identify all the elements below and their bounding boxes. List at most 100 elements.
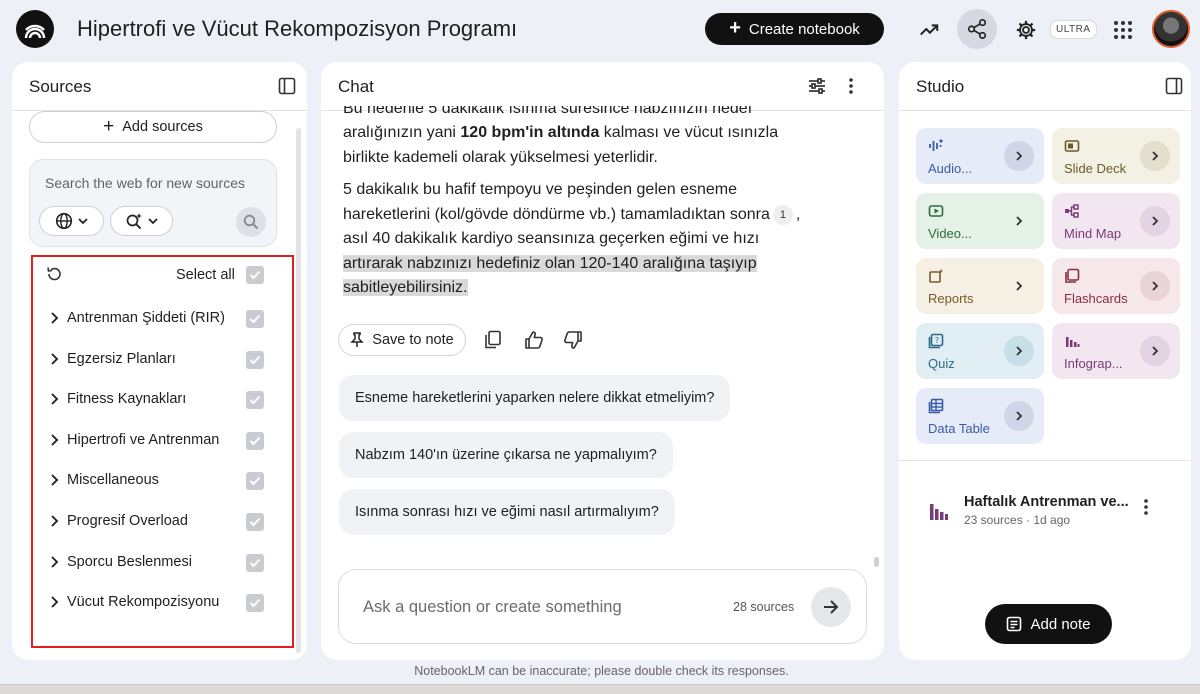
os-taskbar (0, 684, 1200, 694)
source-item-label: Egzersiz Planları (67, 351, 176, 367)
chevron-right-icon[interactable] (1140, 271, 1170, 301)
chevron-right-icon[interactable] (47, 555, 61, 569)
chevron-right-icon[interactable] (1140, 336, 1170, 366)
chat-input-box: 28 sources (338, 569, 867, 644)
infographic-note-icon (930, 504, 948, 520)
app-header: Hipertrofi ve Vücut Rekompozisyon Progra… (0, 0, 1200, 60)
more-vert-icon[interactable] (848, 76, 854, 101)
collapse-panel-icon[interactable] (1165, 77, 1183, 95)
suggested-question[interactable]: Esneme hareketlerini yaparken nelere dik… (339, 375, 731, 421)
source-checkbox[interactable] (246, 391, 264, 409)
chevron-right-icon[interactable] (1004, 336, 1034, 366)
add-sources-label: Add sources (122, 119, 203, 135)
chevron-right-icon[interactable] (47, 392, 61, 406)
add-note-button[interactable]: Add note (985, 604, 1112, 644)
source-item[interactable]: Hipertrofi ve Antrenman (33, 421, 292, 461)
thumbs-up-icon[interactable] (524, 330, 544, 355)
more-vert-icon[interactable] (1143, 498, 1149, 521)
check-icon (249, 598, 261, 608)
sources-title: Sources (29, 77, 92, 96)
studio-tile-infographic[interactable]: Infograp... (1052, 323, 1180, 379)
check-icon (249, 355, 261, 365)
studio-tile-reports[interactable]: Reports (916, 258, 1044, 314)
source-checkbox[interactable] (246, 310, 264, 328)
refresh-icon[interactable] (45, 265, 63, 288)
source-checkbox[interactable] (246, 472, 264, 490)
chat-input[interactable] (363, 598, 703, 617)
check-icon (249, 517, 261, 527)
source-item[interactable]: Fitness Kaynakları (33, 380, 292, 420)
chevron-right-icon[interactable] (1004, 206, 1034, 236)
web-search-input[interactable] (45, 175, 265, 191)
notebooklm-logo-icon[interactable] (16, 10, 54, 48)
search-icon (243, 214, 259, 230)
chevron-right-icon[interactable] (47, 595, 61, 609)
reports-icon (929, 269, 943, 283)
create-notebook-button[interactable]: + Create notebook (705, 13, 884, 45)
check-icon (249, 314, 261, 324)
share-icon[interactable] (957, 9, 997, 49)
source-checkbox[interactable] (246, 513, 264, 531)
tune-icon[interactable] (807, 76, 827, 101)
note-add-icon (1007, 616, 1022, 632)
search-submit-button[interactable] (236, 207, 266, 237)
send-button[interactable] (811, 587, 851, 627)
studio-tile-mind-map[interactable]: Mind Map (1052, 193, 1180, 249)
studio-tile-flashcards[interactable]: Flashcards (1052, 258, 1180, 314)
source-checkbox[interactable] (246, 351, 264, 369)
source-item-label: Vücut Rekompozisyonu (67, 594, 220, 610)
chat-response: Bu nedenle 5 dakikalık ısınma süresince … (343, 106, 803, 309)
quiz-icon: ? (928, 333, 944, 349)
studio-tile-video[interactable]: Video... (916, 193, 1044, 249)
search-scope-dropdown[interactable] (39, 206, 104, 236)
chevron-right-icon[interactable] (47, 352, 61, 366)
thumbs-down-icon[interactable] (563, 330, 583, 355)
analytics-icon[interactable] (911, 12, 947, 48)
plus-icon: + (729, 16, 741, 39)
scrollbar-thumb[interactable] (296, 128, 301, 653)
copy-icon[interactable] (484, 330, 502, 355)
collapse-panel-icon[interactable] (278, 77, 296, 95)
source-item[interactable]: Sporcu Beslenmesi (33, 543, 292, 583)
source-checkbox[interactable] (246, 554, 264, 572)
save-to-note-button[interactable]: Save to note (338, 324, 466, 356)
source-item[interactable]: Antrenman Şiddeti (RIR) (33, 299, 292, 339)
chevron-right-icon[interactable] (47, 473, 61, 487)
add-sources-button[interactable]: + Add sources (29, 111, 277, 143)
chevron-right-icon[interactable] (1004, 401, 1034, 431)
studio-tile-audio[interactable]: Audio... (916, 128, 1044, 184)
select-all-checkbox[interactable] (246, 266, 264, 284)
studio-tile-label: Video... (928, 226, 972, 241)
note-title[interactable]: Haftalık Antrenman ve... (964, 494, 1129, 510)
source-checkbox[interactable] (246, 432, 264, 450)
chevron-right-icon[interactable] (47, 433, 61, 447)
plus-icon: + (103, 116, 115, 137)
studio-tile-quiz[interactable]: ? Quiz (916, 323, 1044, 379)
studio-tile-slide-deck[interactable]: Slide Deck (1052, 128, 1180, 184)
chevron-right-icon[interactable] (1004, 141, 1034, 171)
source-item[interactable]: Egzersiz Planları (33, 340, 292, 380)
studio-tile-label: Data Table (928, 421, 990, 436)
sources-scrollbar[interactable] (296, 128, 301, 653)
chat-scrollbar[interactable] (874, 557, 879, 567)
gear-icon[interactable] (1008, 12, 1044, 48)
notebook-title[interactable]: Hipertrofi ve Vücut Rekompozisyon Progra… (77, 16, 517, 42)
chevron-right-icon[interactable] (1140, 206, 1170, 236)
citation-chip[interactable]: 1 (772, 204, 793, 225)
source-item[interactable]: Vücut Rekompozisyonu (33, 583, 292, 623)
suggested-question[interactable]: Nabzım 140'ın üzerine çıkarsa ne yapmalı… (339, 432, 673, 478)
source-item[interactable]: Progresif Overload (33, 502, 292, 542)
suggested-question[interactable]: Isınma sonrası hızı ve eğimi nasıl artır… (339, 489, 675, 535)
source-checkbox[interactable] (246, 594, 264, 612)
avatar[interactable] (1152, 10, 1190, 48)
studio-tile-data-table[interactable]: Data Table (916, 388, 1044, 444)
chevron-right-icon[interactable] (1140, 141, 1170, 171)
research-mode-dropdown[interactable] (110, 206, 173, 236)
chevron-right-icon[interactable] (47, 514, 61, 528)
source-item-label: Fitness Kaynakları (67, 391, 187, 407)
apps-grid-icon[interactable] (1105, 12, 1141, 48)
chevron-right-icon[interactable] (1004, 271, 1034, 301)
chevron-right-icon[interactable] (47, 311, 61, 325)
source-count: 28 sources (733, 600, 795, 614)
source-item[interactable]: Miscellaneous (33, 461, 292, 501)
